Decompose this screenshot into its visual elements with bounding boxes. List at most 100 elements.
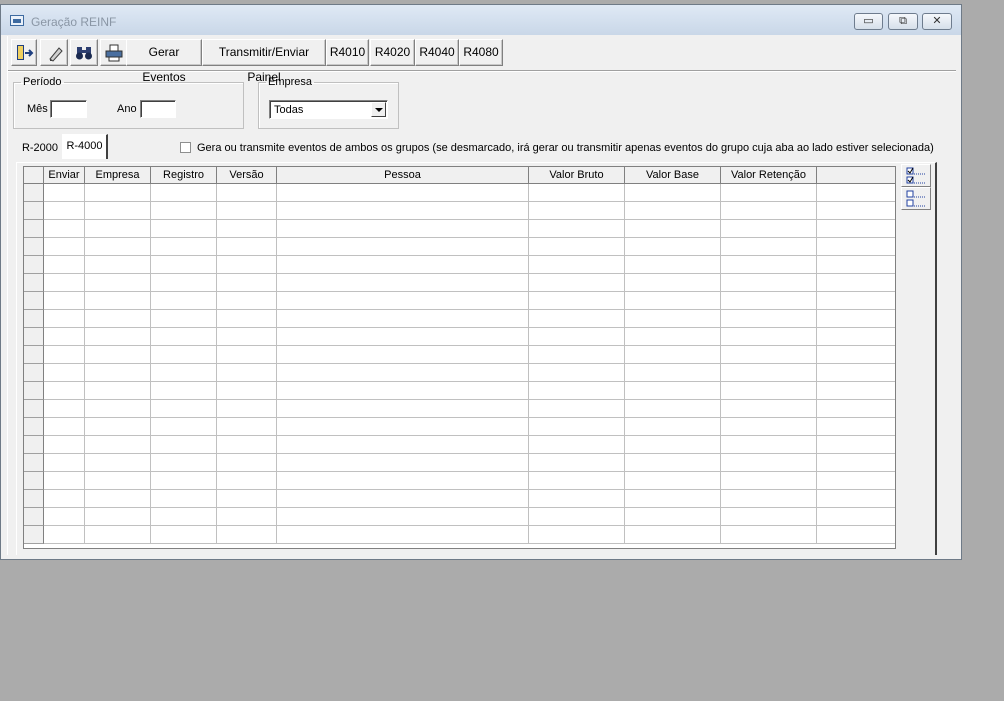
column-header-pessoa[interactable]: Pessoa xyxy=(277,167,529,183)
grid-cell[interactable] xyxy=(217,418,277,436)
grid-cell[interactable] xyxy=(44,328,85,346)
grid-cell[interactable] xyxy=(85,382,151,400)
ano-input[interactable] xyxy=(140,100,176,118)
grid-cell[interactable] xyxy=(817,418,895,436)
grid-cell[interactable] xyxy=(85,328,151,346)
grid-cell[interactable] xyxy=(721,220,817,238)
clear-button[interactable] xyxy=(40,39,68,66)
grid-cell[interactable] xyxy=(85,526,151,544)
row-indicator[interactable] xyxy=(24,382,44,400)
row-indicator[interactable] xyxy=(24,274,44,292)
grid-cell[interactable] xyxy=(217,436,277,454)
table-row[interactable] xyxy=(24,310,895,328)
grid-cell[interactable] xyxy=(625,472,721,490)
check-all-button[interactable] xyxy=(901,164,931,187)
grid-cell[interactable] xyxy=(817,184,895,202)
grid-cell[interactable] xyxy=(817,346,895,364)
grid-cell[interactable] xyxy=(151,454,217,472)
grid-cell[interactable] xyxy=(151,328,217,346)
table-row[interactable] xyxy=(24,472,895,490)
grid-cell[interactable] xyxy=(217,274,277,292)
row-indicator[interactable] xyxy=(24,292,44,310)
grid-cell[interactable] xyxy=(85,346,151,364)
grid-cell[interactable] xyxy=(625,436,721,454)
grid-cell[interactable] xyxy=(817,454,895,472)
grid-cell[interactable] xyxy=(721,400,817,418)
table-row[interactable] xyxy=(24,184,895,202)
grid-cell[interactable] xyxy=(151,400,217,418)
grid-cell[interactable] xyxy=(44,400,85,418)
r4080-button[interactable]: R4080 xyxy=(459,39,503,66)
table-row[interactable] xyxy=(24,274,895,292)
grid-cell[interactable] xyxy=(277,328,529,346)
grid-cell[interactable] xyxy=(625,454,721,472)
grid-cell[interactable] xyxy=(217,202,277,220)
grid-cell[interactable] xyxy=(529,184,625,202)
grid-cell[interactable] xyxy=(817,328,895,346)
grid-cell[interactable] xyxy=(529,238,625,256)
grid-cell[interactable] xyxy=(44,418,85,436)
table-row[interactable] xyxy=(24,418,895,436)
grid-cell[interactable] xyxy=(217,382,277,400)
grid-cell[interactable] xyxy=(151,382,217,400)
grid-cell[interactable] xyxy=(529,472,625,490)
grid-cell[interactable] xyxy=(721,310,817,328)
grid-cell[interactable] xyxy=(817,292,895,310)
grid-cell[interactable] xyxy=(529,400,625,418)
table-row[interactable] xyxy=(24,292,895,310)
grid-cell[interactable] xyxy=(625,274,721,292)
column-header-registro[interactable]: Registro xyxy=(151,167,217,183)
grid-cell[interactable] xyxy=(625,328,721,346)
column-header-empresa[interactable]: Empresa xyxy=(85,167,151,183)
grid-cell[interactable] xyxy=(721,382,817,400)
grid-cell[interactable] xyxy=(151,490,217,508)
row-indicator[interactable] xyxy=(24,418,44,436)
grid-cell[interactable] xyxy=(625,526,721,544)
grid-cell[interactable] xyxy=(277,220,529,238)
grid-cell[interactable] xyxy=(721,256,817,274)
grid-cell[interactable] xyxy=(277,400,529,418)
print-button[interactable] xyxy=(100,39,128,66)
grid-cell[interactable] xyxy=(817,274,895,292)
grid-cell[interactable] xyxy=(44,292,85,310)
column-header-valor-base[interactable]: Valor Base xyxy=(625,167,721,183)
grid-cell[interactable] xyxy=(625,418,721,436)
grid-cell[interactable] xyxy=(625,310,721,328)
grid-cell[interactable] xyxy=(151,292,217,310)
chevron-down-icon[interactable] xyxy=(371,102,386,117)
grid-cell[interactable] xyxy=(151,346,217,364)
grid-cell[interactable] xyxy=(529,490,625,508)
tab-r4000[interactable]: R-4000 xyxy=(62,134,108,159)
grid-cell[interactable] xyxy=(151,436,217,454)
grid-cell[interactable] xyxy=(217,472,277,490)
grid-cell[interactable] xyxy=(44,310,85,328)
grid-cell[interactable] xyxy=(217,238,277,256)
grid-cell[interactable] xyxy=(151,220,217,238)
row-indicator[interactable] xyxy=(24,346,44,364)
grid-cell[interactable] xyxy=(529,364,625,382)
row-indicator[interactable] xyxy=(24,364,44,382)
r4010-button[interactable]: R4010 xyxy=(326,39,369,66)
grid-cell[interactable] xyxy=(151,274,217,292)
grid-cell[interactable] xyxy=(85,310,151,328)
grid-cell[interactable] xyxy=(217,400,277,418)
grid-cell[interactable] xyxy=(625,508,721,526)
grid-cell[interactable] xyxy=(277,526,529,544)
grid-cell[interactable] xyxy=(151,202,217,220)
search-button[interactable] xyxy=(70,39,98,66)
grid-cell[interactable] xyxy=(44,256,85,274)
grid-cell[interactable] xyxy=(529,310,625,328)
r4020-button[interactable]: R4020 xyxy=(370,39,415,66)
table-row[interactable] xyxy=(24,382,895,400)
row-indicator[interactable] xyxy=(24,220,44,238)
grid-cell[interactable] xyxy=(721,472,817,490)
grid-cell[interactable] xyxy=(85,454,151,472)
row-indicator[interactable] xyxy=(24,490,44,508)
table-row[interactable] xyxy=(24,238,895,256)
grid-cell[interactable] xyxy=(85,184,151,202)
grid-cell[interactable] xyxy=(44,364,85,382)
tab-r2000[interactable]: R-2000 xyxy=(18,137,62,159)
grid-cell[interactable] xyxy=(85,292,151,310)
grid-cell[interactable] xyxy=(529,274,625,292)
table-row[interactable] xyxy=(24,202,895,220)
